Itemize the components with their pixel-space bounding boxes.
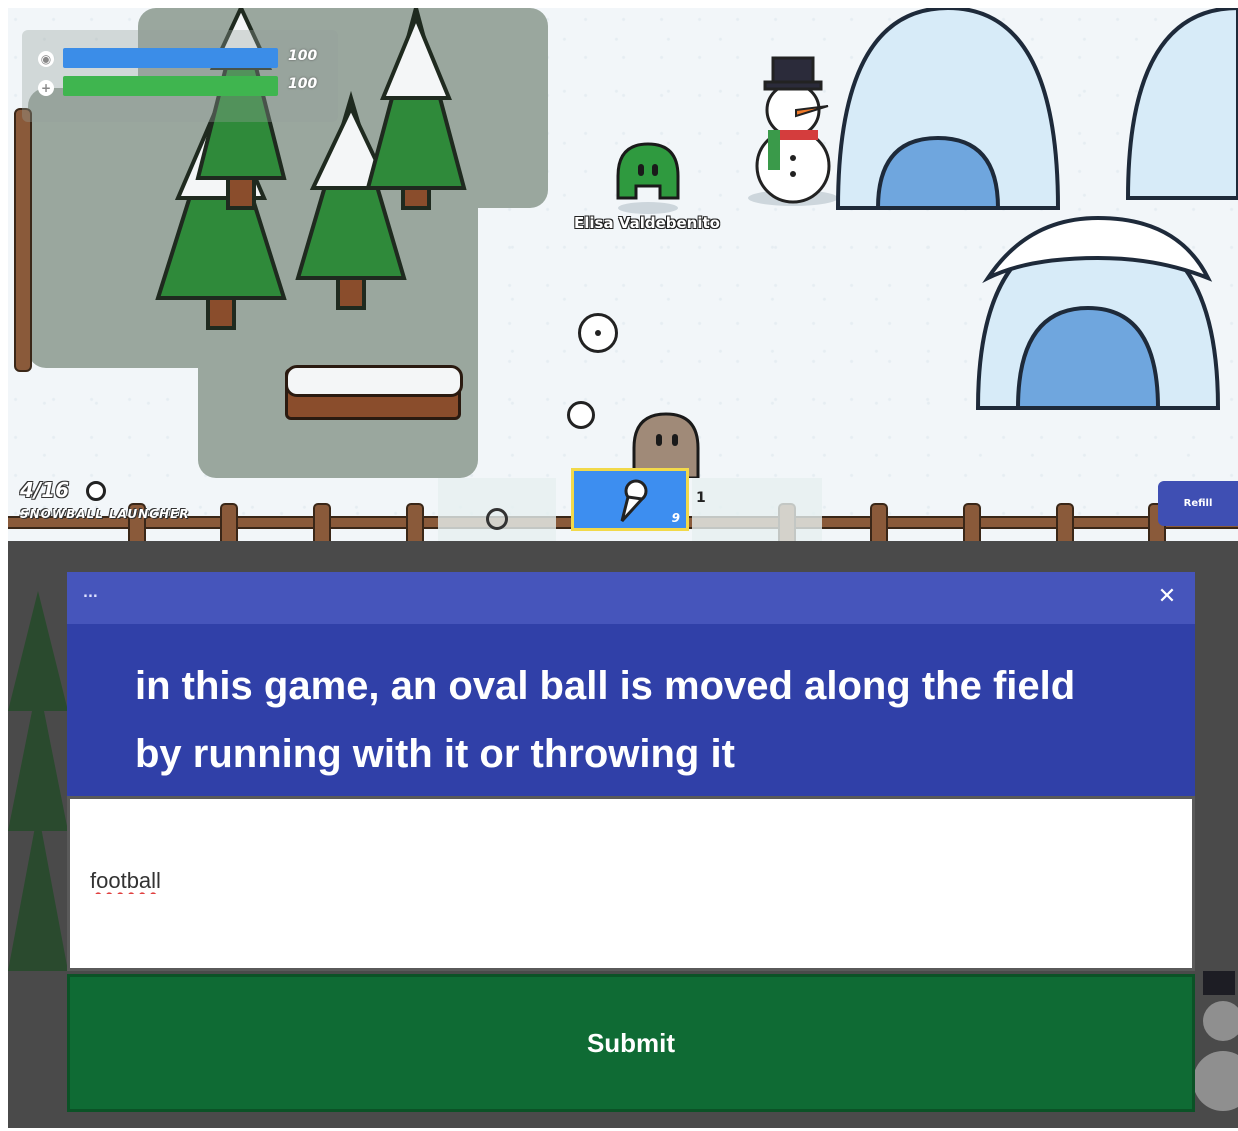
ammo-count: 4/16 <box>20 478 70 502</box>
fence-post <box>220 503 238 541</box>
ammo-icon <box>86 481 106 501</box>
snowball-launcher-icon <box>620 479 648 523</box>
snowball-icon <box>567 401 595 429</box>
player-name-label: Elisa Valdebenito <box>574 214 720 232</box>
aim-reticle-icon <box>578 313 618 353</box>
fence-post <box>1056 503 1074 541</box>
question-panel: in this game, an oval ball is moved alon… <box>67 624 1195 796</box>
shield-icon: ◉ <box>38 51 54 67</box>
hotbar-slot[interactable] <box>438 478 556 541</box>
question-modal-header: ... ✕ <box>67 572 1195 624</box>
close-icon[interactable]: ✕ <box>1153 582 1181 610</box>
fence-post <box>870 503 888 541</box>
fence-post <box>406 503 424 541</box>
health-value: 100 <box>288 76 318 92</box>
modal-menu-icon[interactable]: ... <box>83 586 98 601</box>
player-avatar-green[interactable] <box>608 136 688 216</box>
game-viewport: Elisa Valdebenito ◉ 100 + 100 4/16 SNOWB… <box>8 8 1238 1128</box>
submit-button[interactable]: Submit <box>67 974 1195 1112</box>
fence-post <box>963 503 981 541</box>
game-world[interactable]: Elisa Valdebenito ◉ 100 + 100 4/16 SNOWB… <box>8 8 1238 541</box>
pointer-icon <box>486 508 508 530</box>
health-bar <box>63 76 278 96</box>
weapon-name: SNOWBALL LAUNCHER <box>20 507 190 521</box>
hotbar-slot[interactable]: 1 <box>692 478 822 541</box>
shield-value: 100 <box>288 48 318 64</box>
question-text: in this game, an oval ball is moved alon… <box>135 664 1076 776</box>
hotbar-count: 9 <box>671 511 680 525</box>
health-bar-fill <box>63 76 278 96</box>
fence-post <box>313 503 331 541</box>
shield-bar <box>63 48 278 68</box>
answer-input[interactable] <box>88 865 1092 897</box>
hotbar-slot-snowball-launcher[interactable]: 9 <box>571 468 689 531</box>
health-icon: + <box>38 80 54 96</box>
igloos <box>835 8 1238 410</box>
answer-box[interactable] <box>67 796 1195 971</box>
background-snowman <box>1193 971 1238 1111</box>
background-tree <box>8 591 68 971</box>
hotbar-side-count: 1 <box>696 490 706 506</box>
refill-button[interactable]: Refill <box>1158 481 1238 526</box>
shield-bar-fill <box>63 48 278 68</box>
left-fence <box>14 108 32 372</box>
snowy-log <box>285 365 463 420</box>
